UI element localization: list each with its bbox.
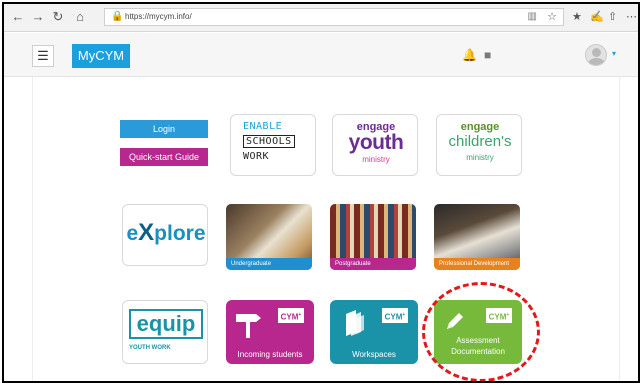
share-icon[interactable]: ⇧ <box>608 10 617 23</box>
postgraduate-tile[interactable]: Postgraduate <box>330 204 416 270</box>
youth-word: youth <box>348 131 404 154</box>
quick-start-guide-button[interactable]: Quick-start Guide <box>120 148 208 166</box>
favorite-star-icon[interactable]: ☆ <box>547 10 557 23</box>
home-icon[interactable]: ⌂ <box>72 9 88 25</box>
explore-card[interactable]: eXplore <box>122 204 208 266</box>
login-button[interactable]: Login <box>120 120 208 138</box>
children-engage-label: engage <box>460 121 500 133</box>
explore-suffix: plore <box>154 222 206 245</box>
engage-youth-ministry-card[interactable]: engage youth ministry <box>332 114 418 176</box>
address-bar[interactable]: 🔒 https://mycym.info/ ▥ ☆ <box>104 8 564 26</box>
equip-word: equip <box>129 309 203 339</box>
mycym-logo[interactable]: MyCYM <box>72 44 130 68</box>
cym-badge-text: CYM <box>384 312 403 322</box>
undergraduate-tile[interactable]: Undergraduate <box>226 204 312 270</box>
highlight-circle <box>422 282 540 381</box>
chevron-down-icon[interactable]: ▾ <box>612 49 616 58</box>
incoming-students-label: Incoming students <box>237 350 303 359</box>
cym-plus-badge: CYM+ <box>382 308 408 323</box>
professional-development-tile[interactable]: Professional Development <box>434 204 520 270</box>
cym-badge-text: CYM <box>280 312 299 322</box>
enable-schools-work-card[interactable]: ENABLE SCHOOLS WORK <box>230 114 316 176</box>
enable-line-2: SCHOOLS <box>243 135 295 148</box>
enable-line-1: ENABLE <box>243 121 283 132</box>
more-menu-icon[interactable]: ⋯ <box>626 10 637 23</box>
hamburger-menu-icon[interactable]: ☰ <box>32 45 54 67</box>
notification-bell-icon[interactable]: 🔔 <box>462 48 477 62</box>
lock-icon: 🔒 <box>111 11 124 22</box>
engage-childrens-ministry-card[interactable]: engage children's ministry <box>436 114 522 176</box>
user-avatar[interactable] <box>585 44 607 66</box>
back-arrow-icon[interactable]: ← <box>10 9 26 25</box>
cym-plus-badge: CYM+ <box>278 308 304 323</box>
stack-icon <box>346 310 364 336</box>
youth-ministry-label: ministry <box>362 155 390 164</box>
children-word: children's <box>448 133 512 150</box>
url-text[interactable]: https://mycym.info/ <box>125 12 192 21</box>
favorites-icon[interactable]: ★ <box>572 10 582 23</box>
explore-logo-text: eXplore <box>123 219 207 247</box>
incoming-students-tile[interactable]: CYM+ Incoming students <box>226 300 314 364</box>
messages-icon[interactable]: ■ <box>484 48 491 62</box>
equip-youth-work-card[interactable]: equip YOUTH WORK <box>122 300 208 364</box>
reading-list-icon[interactable]: ✍ <box>590 10 604 23</box>
enable-line-3: WORK <box>243 151 270 162</box>
postgraduate-label: Postgraduate <box>330 258 416 270</box>
workspaces-label: Workspaces <box>352 350 396 359</box>
equip-subtitle: YOUTH WORK <box>129 345 171 351</box>
reader-view-icon[interactable]: ▥ <box>528 11 537 22</box>
screenshot-frame: ← → ↻ ⌂ 🔒 https://mycym.info/ ▥ ☆ ★ ✍ ⇧ … <box>2 2 640 383</box>
children-ministry-label: ministry <box>466 153 494 162</box>
explore-x: X <box>138 219 155 246</box>
browser-toolbar: ← → ↻ ⌂ 🔒 https://mycym.info/ ▥ ☆ ★ ✍ ⇧ … <box>4 4 638 32</box>
refresh-icon[interactable]: ↻ <box>50 9 66 25</box>
avatar-head-shape <box>592 48 601 57</box>
workspaces-tile[interactable]: CYM+ Workspaces <box>330 300 418 364</box>
app-header: ☰ MyCYM 🔔 ■ ▾ <box>4 33 638 77</box>
explore-prefix: e <box>126 222 139 245</box>
avatar-body-shape <box>588 58 605 65</box>
undergraduate-label: Undergraduate <box>226 258 312 270</box>
professional-development-label: Professional Development <box>434 258 520 270</box>
cym-plus-sign: + <box>298 312 302 318</box>
cym-plus-sign: + <box>402 312 406 318</box>
forward-arrow-icon[interactable]: → <box>30 9 46 25</box>
signpost-icon <box>236 314 261 338</box>
